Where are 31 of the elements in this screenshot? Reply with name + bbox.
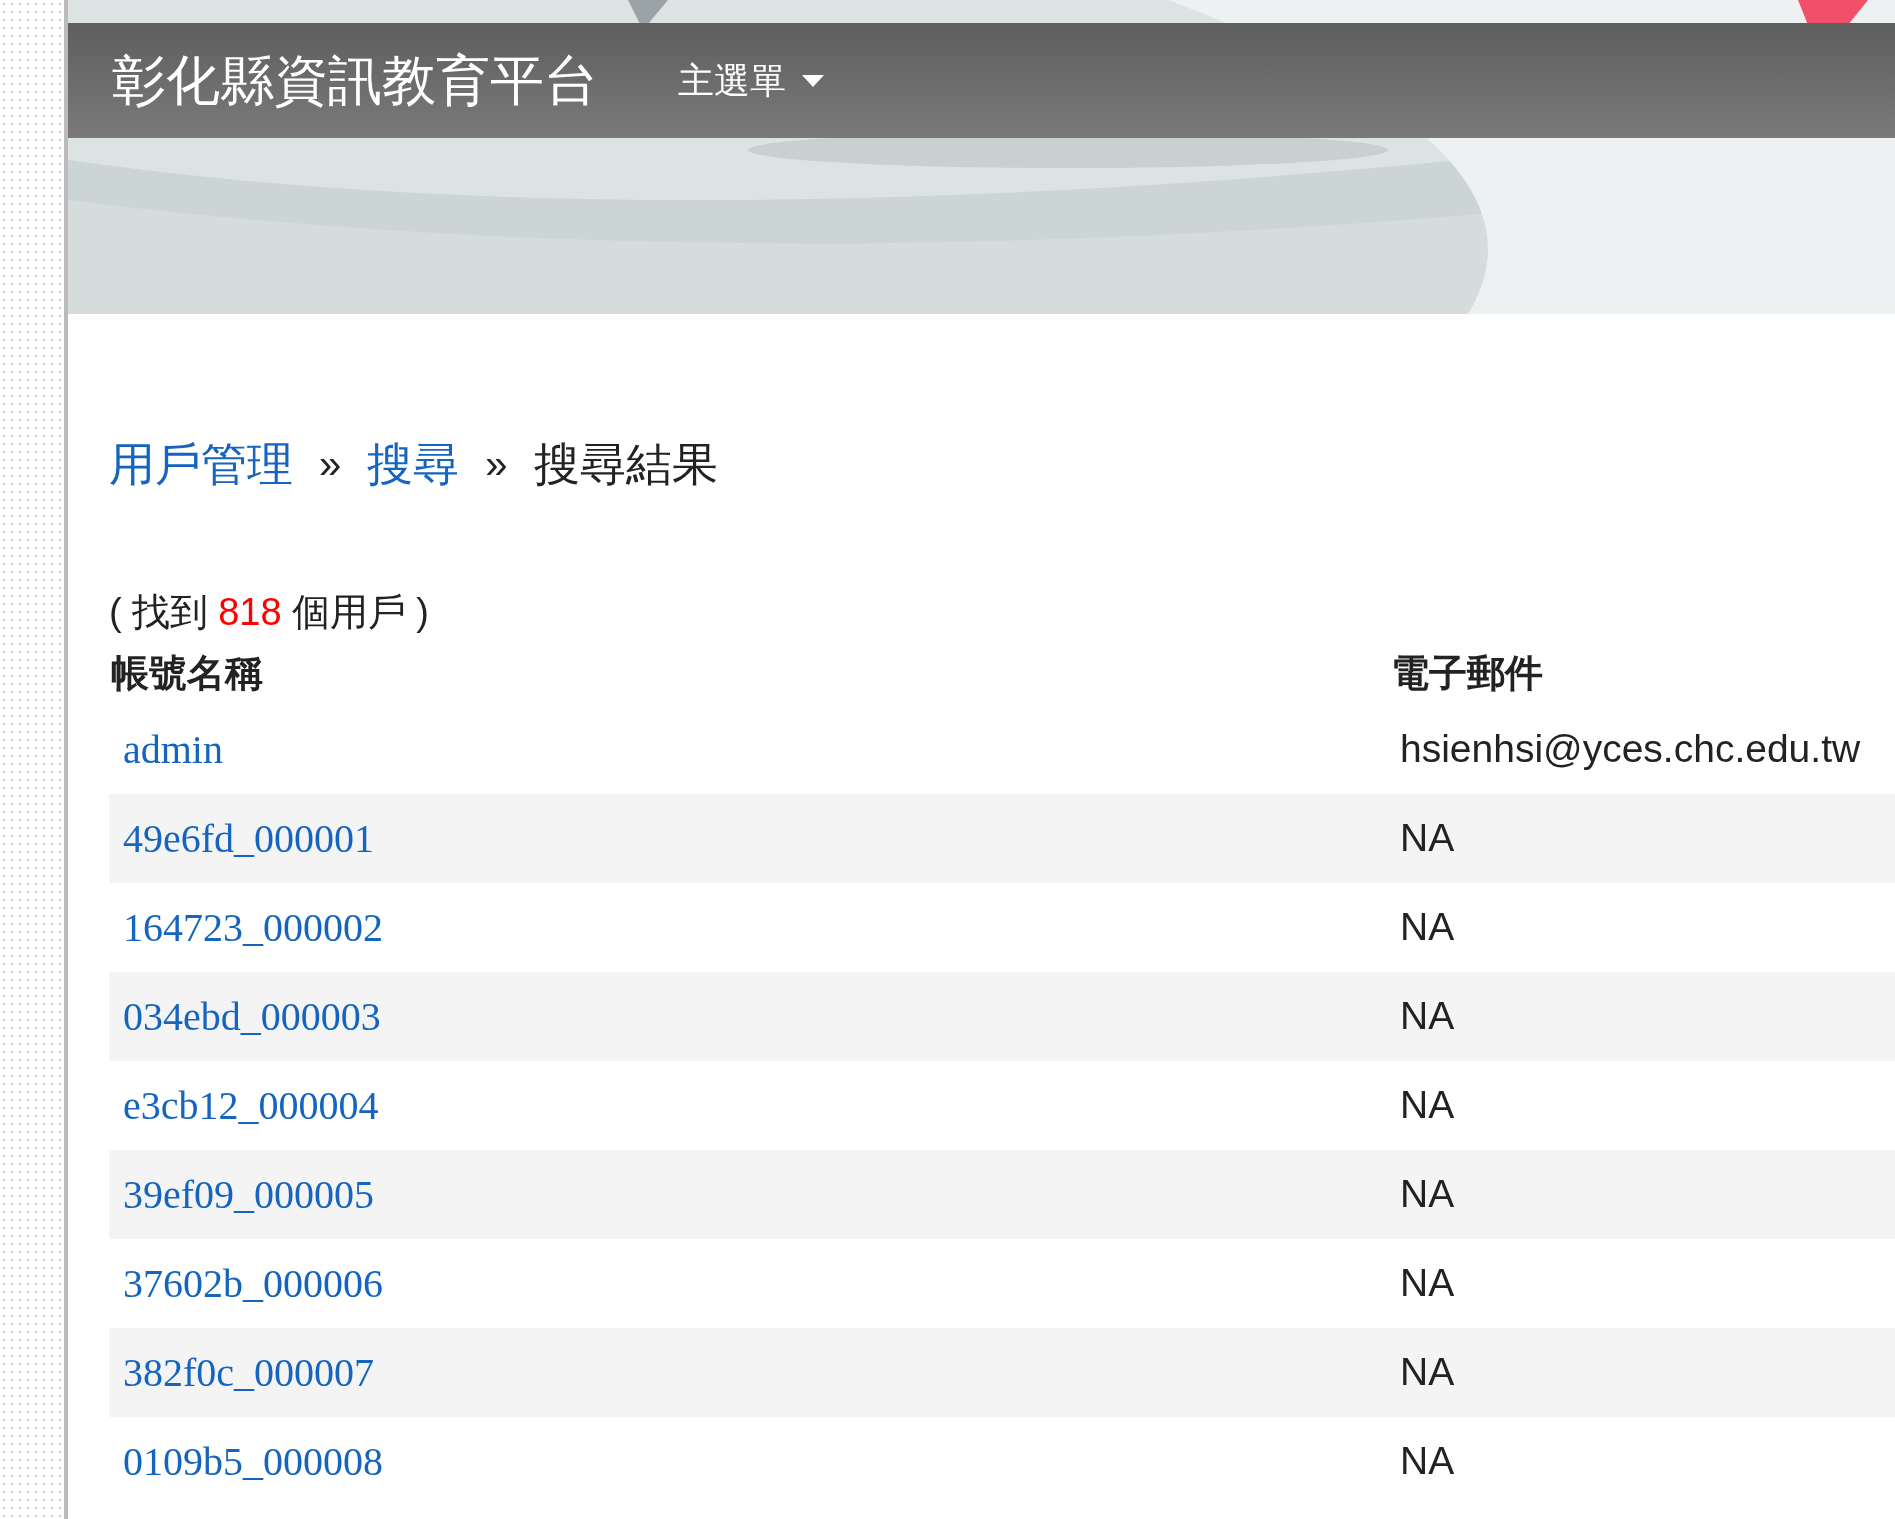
account-link[interactable]: e3cb12_000004 [123, 1082, 379, 1128]
breadcrumb-separator: » [319, 441, 342, 488]
breadcrumb-link[interactable]: 用戶管理 [109, 429, 293, 499]
result-count-text: 個用戶 ) [291, 590, 429, 635]
email-cell-text: hsienhsi@yces.chc.edu.tw [1399, 726, 1861, 773]
main-menu-dropdown[interactable]: 主選單 [678, 53, 824, 108]
email-cell-text: NA [1399, 1260, 1455, 1307]
email-cell-text: NA [1399, 993, 1455, 1040]
breadcrumb-current: 搜尋結果 [533, 436, 718, 492]
result-count-text: ( 找到 [109, 590, 209, 635]
breadcrumb-separator: » [485, 441, 508, 488]
account-link[interactable]: 49e6fd_000001 [123, 815, 375, 861]
account-link[interactable]: admin [123, 726, 223, 772]
email-cell-text: NA [1399, 1171, 1455, 1218]
email-cell-text: NA [1399, 1438, 1455, 1485]
account-link[interactable]: 382f0c_000007 [123, 1349, 375, 1395]
account-link[interactable]: 37602b_000006 [123, 1260, 383, 1306]
email-cell-text: NA [1399, 815, 1455, 862]
account-link[interactable]: 0109b5_000008 [123, 1438, 383, 1484]
result-count-number: 818 [218, 590, 282, 635]
email-cell-text: NA [1399, 1349, 1455, 1396]
column-header: 電子郵件 [1391, 650, 1543, 696]
caret-icon [802, 74, 824, 87]
breadcrumb-link[interactable]: 搜尋 [367, 429, 460, 499]
email-cell-text: NA [1399, 1082, 1455, 1129]
account-link[interactable]: 164723_000002 [123, 904, 383, 950]
account-link[interactable]: 39ef09_000005 [123, 1171, 375, 1217]
email-cell-text: NA [1399, 904, 1455, 951]
account-link[interactable]: 034ebd_000003 [123, 993, 381, 1039]
site-title[interactable]: 彰化縣資訊教育平台 [112, 40, 598, 121]
column-header: 帳號名稱 [110, 650, 264, 696]
